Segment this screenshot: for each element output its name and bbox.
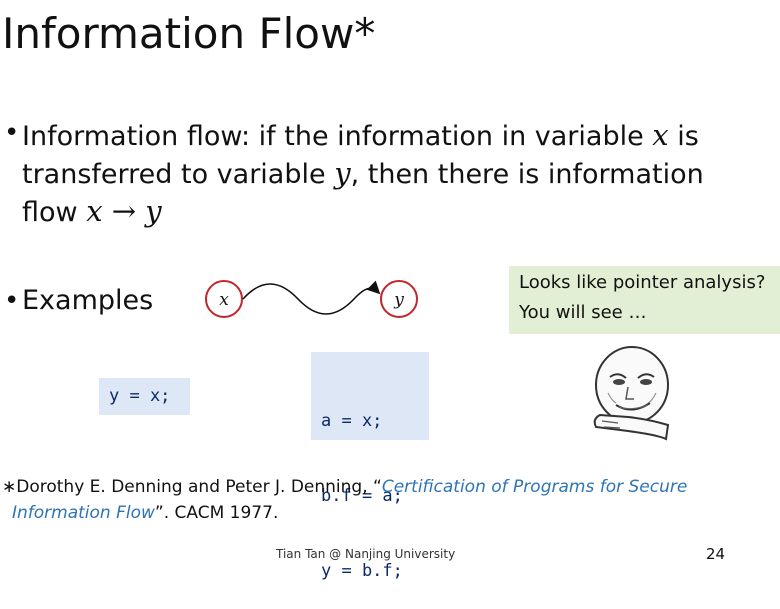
code-line: y = b.f; (321, 561, 403, 581)
variable-x: x (652, 118, 669, 152)
text-segment: flow (22, 197, 87, 228)
meme-face-illustration (593, 346, 670, 441)
flow-expression: x → y (86, 194, 162, 228)
code-line: a = x; (321, 411, 383, 431)
citation-title: Information Flow (12, 503, 155, 523)
footnote-authors: Dorothy E. Denning and Peter J. Denning,… (16, 477, 382, 497)
callout-line-2: You will see … (519, 302, 647, 323)
citation-title: Certification of Programs for Secure (381, 477, 688, 497)
footnote-marker: ∗ (2, 477, 17, 497)
text-segment: transferred to variable (22, 159, 335, 190)
page-number: 24 (706, 545, 726, 563)
footnote: ∗Dorothy E. Denning and Peter J. Denning… (2, 474, 687, 526)
slide-footer: Tian Tan @ Nanjing University (276, 547, 456, 561)
text-segment: , then there is information (350, 159, 704, 190)
wavy-arrow (242, 280, 381, 315)
bullet-line-3: flow x → y (22, 193, 704, 231)
text-segment: is (668, 121, 699, 152)
callout-box: Looks like pointer analysis? You will se… (509, 266, 780, 334)
code-example-direct: y = x; (99, 378, 190, 415)
slide-title: Information Flow* (2, 9, 376, 58)
bullet-line-1: Information flow: if the information in … (22, 117, 704, 155)
source-node-label: x (219, 290, 229, 310)
callout-line-1: Looks like pointer analysis? (519, 272, 766, 293)
bullet-line-2: transferred to variable y, then there is… (22, 155, 704, 193)
footnote-tail: ”. CACM 1977. (154, 503, 279, 523)
bullet-dot: • (4, 286, 20, 316)
bullet-information-flow: Information flow: if the information in … (22, 117, 704, 231)
footnote-line-2: Information Flow”. CACM 1977. (2, 500, 687, 526)
bullet-dot: • (4, 118, 20, 148)
footnote-line-1: ∗Dorothy E. Denning and Peter J. Denning… (2, 474, 687, 500)
flow-diagram: x y (205, 280, 418, 318)
target-node-label: y (393, 290, 404, 310)
text-segment: Information flow: if the information in … (22, 121, 653, 152)
variable-y: y (334, 156, 351, 190)
bullet-examples: Examples (22, 285, 154, 316)
code-example-indirect: a = x; b.f = a; y = b.f; (311, 352, 429, 581)
